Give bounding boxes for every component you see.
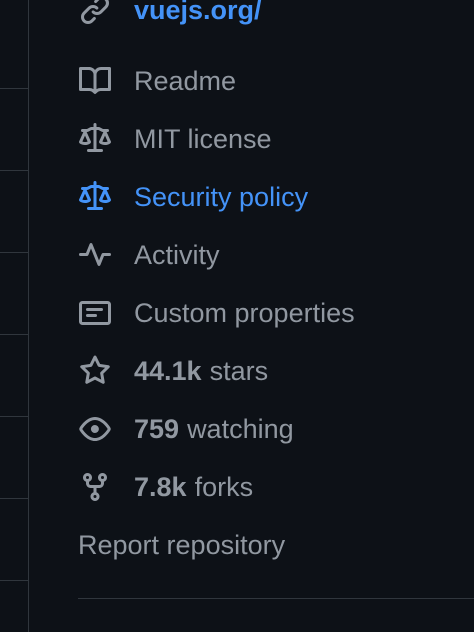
row-divider: [0, 334, 28, 335]
row-divider: [0, 88, 28, 89]
custom-properties-link[interactable]: Custom properties: [78, 293, 355, 333]
report-repository-label: Report repository: [78, 529, 286, 560]
row-divider: [0, 498, 28, 499]
website-link[interactable]: vuejs.org/: [78, 0, 262, 30]
security-policy-link[interactable]: Security policy: [78, 177, 308, 217]
row-divider: [0, 580, 28, 581]
license-label: MIT license: [134, 123, 272, 154]
note-icon: [78, 296, 112, 330]
forks-count: 7.8k: [134, 471, 187, 502]
eye-icon: [78, 412, 112, 446]
watching-label: watching: [187, 413, 294, 444]
activity-label: Activity: [134, 239, 220, 270]
stars-label: stars: [209, 355, 269, 386]
link-icon: [78, 0, 112, 27]
row-divider: [0, 170, 28, 171]
forks-link[interactable]: 7.8k forks: [78, 467, 253, 507]
fork-icon: [78, 470, 112, 504]
watching-link[interactable]: 759 watching: [78, 409, 294, 449]
readme-link[interactable]: Readme: [78, 61, 236, 101]
law-icon: [78, 122, 112, 156]
main-content-edge: [0, 0, 29, 632]
stars-count: 44.1k: [134, 355, 202, 386]
custom-properties-label: Custom properties: [134, 297, 355, 328]
law-icon: [78, 180, 112, 214]
forks-label: forks: [194, 471, 254, 502]
row-divider: [0, 252, 28, 253]
security-policy-label: Security policy: [134, 181, 309, 212]
about-section: vuejs.org/ Readme MIT license Security p…: [78, 0, 474, 632]
row-divider: [0, 416, 28, 417]
watching-count: 759: [134, 413, 180, 444]
website-link-label: vuejs.org/: [134, 0, 262, 25]
license-link[interactable]: MIT license: [78, 119, 272, 159]
readme-label: Readme: [134, 65, 237, 96]
repo-about-sidebar-page: vuejs.org/ Readme MIT license Security p…: [0, 0, 474, 632]
section-divider: [78, 598, 474, 599]
stars-link[interactable]: 44.1k stars: [78, 351, 268, 391]
report-repository-link[interactable]: Report repository: [78, 525, 285, 565]
activity-link[interactable]: Activity: [78, 235, 220, 275]
star-icon: [78, 354, 112, 388]
book-icon: [78, 64, 112, 98]
pulse-icon: [78, 238, 112, 272]
